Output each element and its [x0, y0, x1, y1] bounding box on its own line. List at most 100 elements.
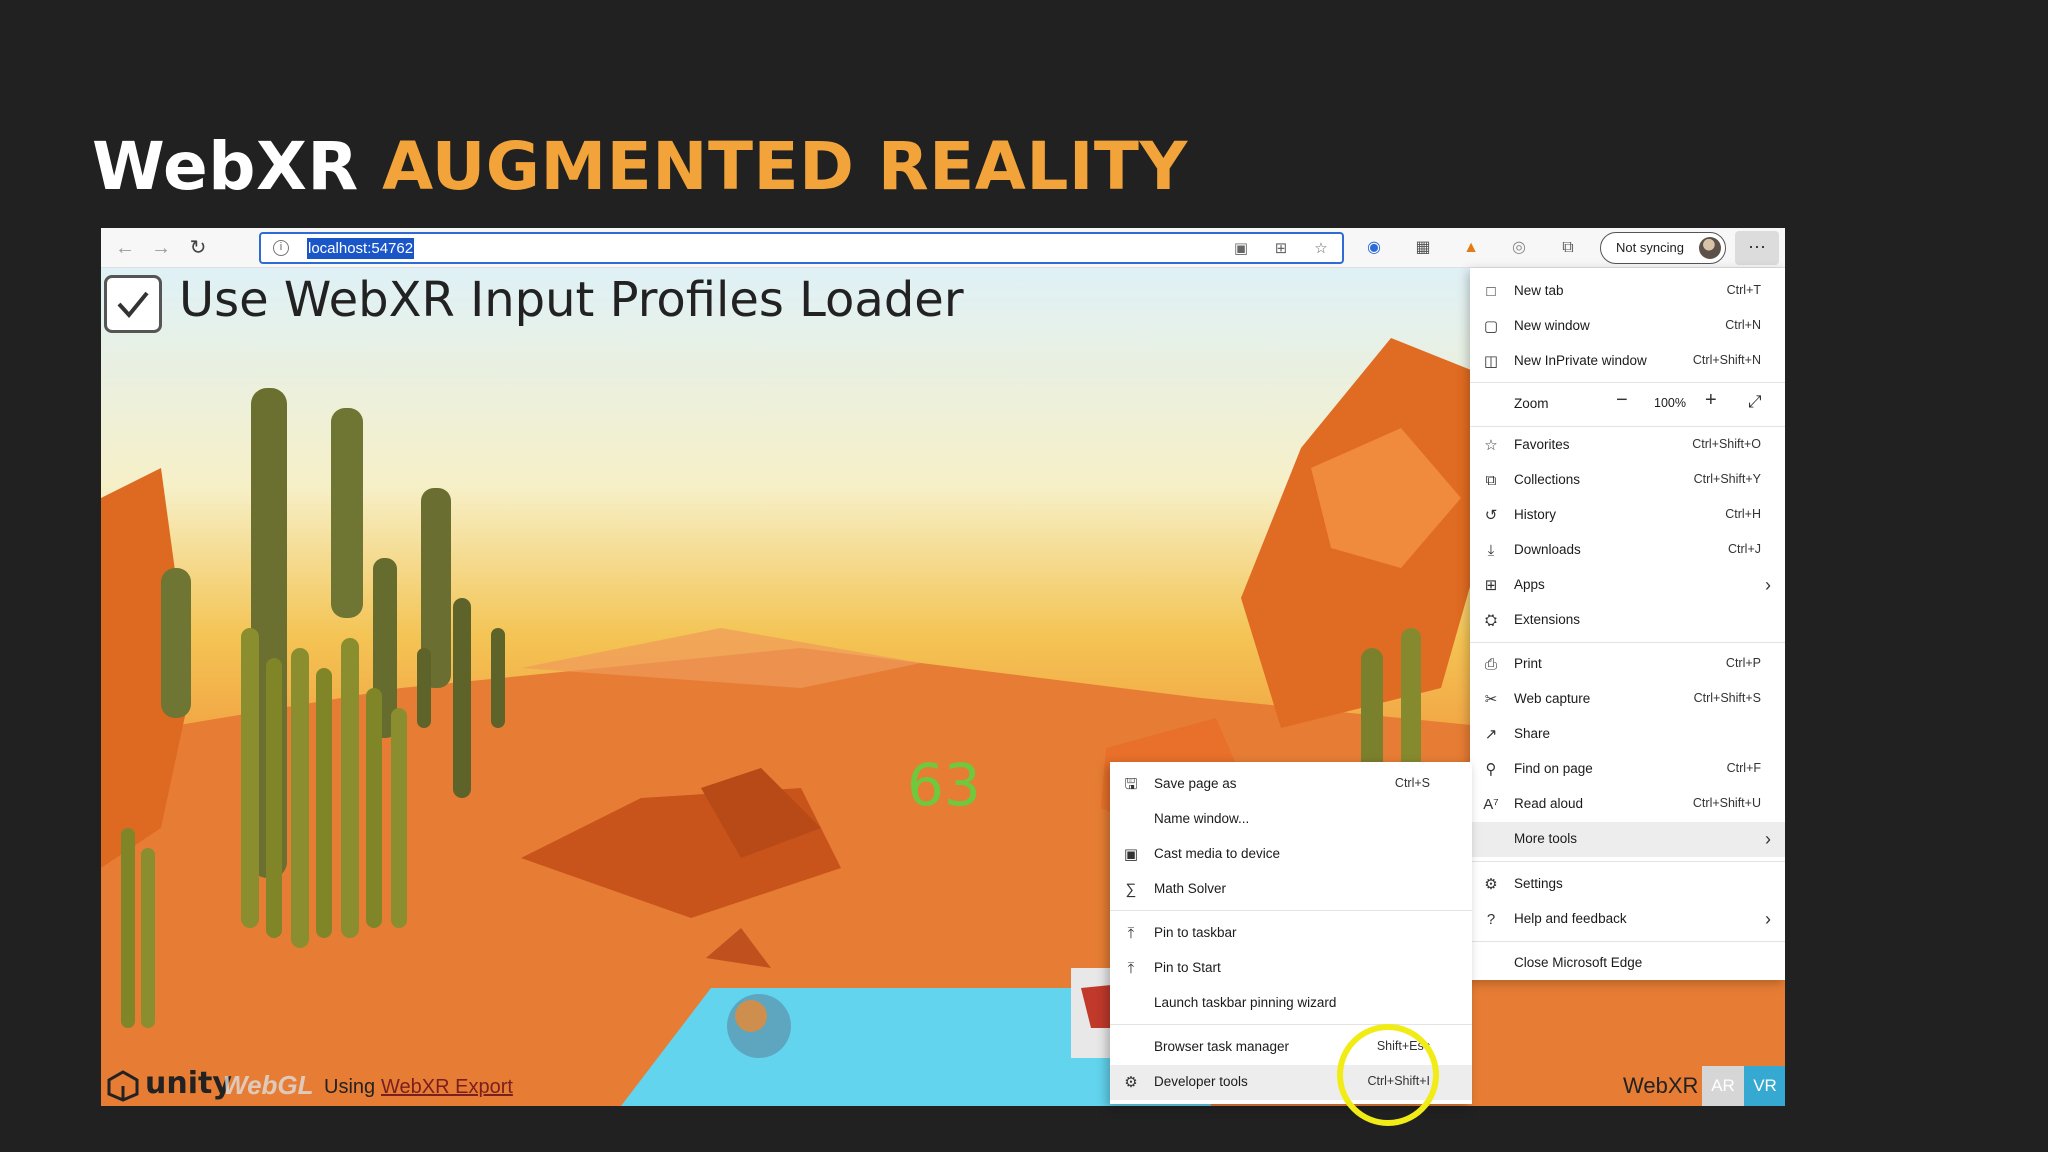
address-url[interactable]: localhost:54762 — [307, 238, 415, 259]
edge-settings-menu: □ New tab Ctrl+T ▢ New window Ctrl+N ◫ New In… — [1470, 268, 1785, 980]
unity-logo-icon — [107, 1070, 139, 1102]
chevron-right-icon: › — [1765, 909, 1771, 929]
apps-available-icon[interactable]: ⊞ — [1271, 239, 1291, 259]
menu-print[interactable]: ⎙ Print Ctrl+P — [1470, 647, 1785, 682]
new-window-icon: ▢ — [1483, 318, 1499, 335]
profile-sync-button[interactable]: Not syncing — [1600, 232, 1726, 264]
avatar — [1699, 237, 1721, 259]
menu-downloads[interactable]: ⤓ Downloads Ctrl+J — [1470, 533, 1785, 568]
fullscreen-icon[interactable]: ⤢ — [1748, 392, 1762, 412]
zoom-in-icon[interactable]: + — [1705, 389, 1717, 412]
add-favorite-icon[interactable]: ☆ — [1311, 239, 1331, 259]
browser-window: ← → ↻ i localhost:54762 ▣ ⊞ ☆ ◉ ▦ ▲ ◎ ⧉ … — [101, 228, 1785, 1106]
menu-read-aloud[interactable]: A⁷ Read aloud Ctrl+Shift+U — [1470, 787, 1785, 822]
menu-web-capture[interactable]: ✂ Web capture Ctrl+Shift+S — [1470, 682, 1785, 717]
menu-extensions[interactable]: ⛭ Extensions — [1470, 603, 1785, 638]
extension-e-icon[interactable]: ◉ — [1362, 236, 1386, 260]
collections-toolbar-icon[interactable]: ⧉ — [1556, 236, 1580, 260]
menu-help[interactable]: ? Help and feedback › — [1470, 902, 1785, 937]
menu-divider — [1470, 861, 1785, 862]
settings-gear-icon: ⚙ — [1484, 876, 1498, 893]
inprivate-icon: ◫ — [1483, 353, 1499, 370]
menu-zoom: Zoom − 100% + ⤢ — [1514, 389, 1762, 412]
browser-toolbar: ← → ↻ i localhost:54762 ▣ ⊞ ☆ ◉ ▦ ▲ ◎ ⧉ … — [101, 228, 1785, 268]
submenu-save-page[interactable]: 🖫 Save page as Ctrl+S — [1110, 767, 1472, 802]
downloads-icon: ⤓ — [1487, 542, 1495, 559]
menu-close-edge[interactable]: Close Microsoft Edge — [1470, 946, 1785, 981]
refresh-icon[interactable]: ↻ — [184, 234, 212, 262]
history-icon: ↺ — [1484, 507, 1498, 524]
help-icon: ? — [1486, 911, 1496, 928]
webxr-label: WebXR — [1623, 1073, 1699, 1098]
address-bar[interactable]: i localhost:54762 ▣ ⊞ ☆ — [259, 232, 1344, 264]
print-icon: ⎙ — [1484, 656, 1497, 673]
settings-more-button[interactable]: ··· — [1735, 231, 1779, 265]
metamask-icon[interactable]: ▲ — [1459, 236, 1483, 260]
submenu-math[interactable]: ∑ Math Solver — [1110, 872, 1472, 907]
highlight-circle — [1337, 1024, 1439, 1126]
site-info-icon[interactable]: i — [273, 240, 289, 256]
barrel-cactus — [341, 638, 359, 938]
submenu-divider — [1110, 910, 1472, 911]
menu-apps[interactable]: ⊞ Apps › — [1470, 568, 1785, 603]
eye-extension-icon[interactable]: ◎ — [1507, 236, 1531, 260]
cactus-trunk — [453, 598, 471, 798]
submenu-cast[interactable]: ▣ Cast media to device — [1110, 837, 1472, 872]
menu-collections[interactable]: ⧉ Collections Ctrl+Shift+Y — [1470, 463, 1785, 498]
menu-more-tools[interactable]: More tools › — [1470, 822, 1785, 857]
cast-media-icon: ▣ — [1123, 846, 1139, 863]
extension-xr-icon[interactable]: ▦ — [1411, 236, 1435, 260]
barrel-cactus — [241, 628, 259, 928]
zoom-out-icon[interactable]: − — [1616, 389, 1628, 412]
checkbox-label: Use WebXR Input Profiles Loader — [179, 272, 964, 328]
extensions-icon: ⛭ — [1484, 612, 1497, 629]
slide-title-ar: AUGMENTED REALITY — [382, 128, 1188, 205]
barrel-cactus — [316, 668, 332, 938]
cactus-arm — [491, 628, 505, 728]
forward-icon[interactable]: → — [147, 234, 175, 262]
barrel-cactus — [291, 648, 309, 948]
math-solver-icon: ∑ — [1125, 881, 1137, 898]
submenu-divider — [1110, 1024, 1472, 1025]
developer-tools-icon: ⚙ — [1124, 1074, 1138, 1091]
submenu-pin-start[interactable]: ⤒ Pin to Start — [1110, 951, 1472, 986]
submenu-pin-taskbar[interactable]: ⤒ Pin to taskbar — [1110, 916, 1472, 951]
menu-favorites[interactable]: ☆ Favorites Ctrl+Shift+O — [1470, 428, 1785, 463]
barrel-cactus — [141, 848, 155, 1028]
menu-divider — [1470, 382, 1785, 383]
vr-button[interactable]: VR — [1744, 1066, 1785, 1106]
barrel-cactus — [366, 688, 382, 928]
webgl-wordmark: WebGL — [223, 1070, 314, 1100]
menu-share[interactable]: ↗ Share — [1470, 717, 1785, 752]
checkmark-icon — [117, 291, 149, 319]
menu-settings[interactable]: ⚙ Settings — [1470, 867, 1785, 902]
chevron-right-icon: › — [1765, 575, 1771, 595]
unity-wordmark: unity — [145, 1066, 232, 1101]
input-profiles-checkbox[interactable] — [104, 275, 162, 333]
chevron-right-icon: › — [1765, 829, 1771, 849]
back-icon[interactable]: ← — [111, 234, 139, 262]
ar-button[interactable]: AR — [1702, 1066, 1744, 1106]
cast-icon[interactable]: ▣ — [1231, 239, 1251, 259]
barrel-cactus — [121, 828, 135, 1028]
favorites-icon: ☆ — [1484, 437, 1498, 454]
pin-icon: ⤒ — [1127, 925, 1135, 942]
menu-inprivate[interactable]: ◫ New InPrivate window Ctrl+Shift+N — [1470, 344, 1785, 379]
slide-title-webxr: WebXR — [92, 128, 359, 205]
menu-new-window[interactable]: ▢ New window Ctrl+N — [1470, 309, 1785, 344]
menu-find[interactable]: ⚲ Find on page Ctrl+F — [1470, 752, 1785, 787]
menu-divider — [1470, 642, 1785, 643]
fps-counter: 63 — [907, 751, 981, 819]
pin-icon: ⤒ — [1127, 960, 1135, 977]
submenu-name-window[interactable]: Name window... — [1110, 802, 1472, 837]
submenu-pin-wizard[interactable]: Launch taskbar pinning wizard — [1110, 986, 1472, 1021]
barrel-cactus — [266, 658, 282, 938]
cactus-arm — [331, 408, 363, 618]
menu-new-tab[interactable]: □ New tab Ctrl+T — [1470, 274, 1785, 309]
apps-icon: ⊞ — [1484, 577, 1498, 594]
menu-history[interactable]: ↺ History Ctrl+H — [1470, 498, 1785, 533]
webxr-export-link[interactable]: WebXR Export — [381, 1076, 513, 1099]
cactus-arm — [417, 648, 431, 728]
sphere-highlight — [735, 1000, 767, 1032]
zoom-value: 100% — [1654, 396, 1686, 410]
